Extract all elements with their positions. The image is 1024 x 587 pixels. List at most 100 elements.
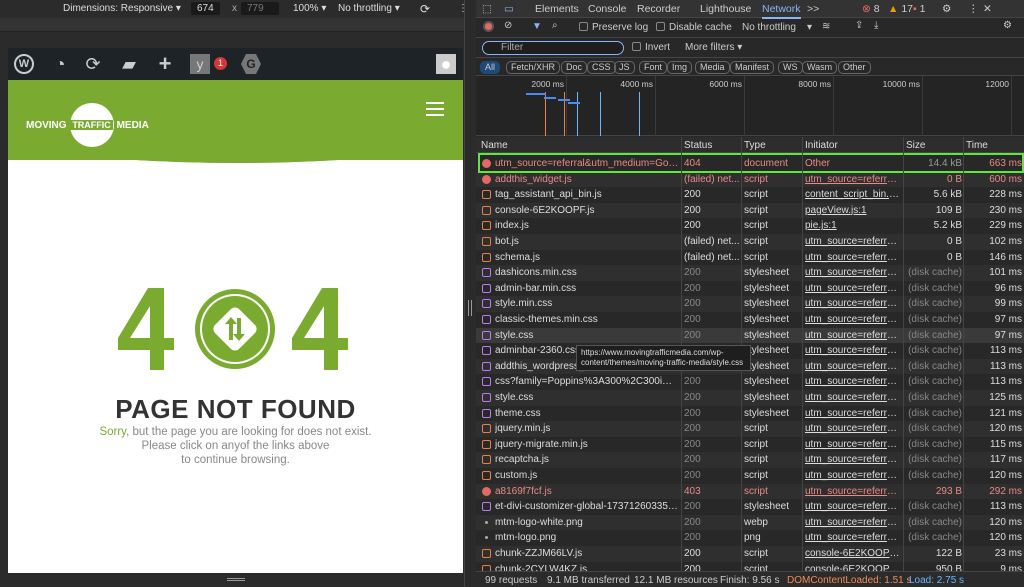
request-initiator[interactable]: utm_source=referral&u: [805, 281, 901, 296]
filter-chip-img[interactable]: Img: [667, 61, 693, 74]
clear-icon[interactable]: ⊘: [504, 20, 512, 31]
request-row[interactable]: bot.js (failed) net... script utm_source=re…: [476, 234, 1024, 250]
request-initiator[interactable]: utm_source=referral&u: [805, 172, 901, 187]
disable-cache-checkbox[interactable]: Disable cache: [656, 22, 732, 33]
request-initiator[interactable]: console-6E2KOOPF.js:1: [805, 546, 901, 561]
request-initiator[interactable]: utm_source=referral&u: [805, 296, 901, 311]
request-row[interactable]: style.css 200 stylesheet utm_source=referra…: [476, 327, 1024, 344]
export-har-icon[interactable]: ⤓: [874, 20, 878, 31]
column-header-status[interactable]: Status: [684, 140, 712, 151]
request-initiator[interactable]: utm_source=referral&u: [805, 437, 901, 452]
request-initiator[interactable]: utm_source=referral&u: [805, 406, 901, 421]
request-initiator[interactable]: utm_source=referral&u: [805, 312, 901, 327]
filter-chip-font[interactable]: Font: [639, 61, 668, 74]
error-count[interactable]: ⊗ 8: [862, 3, 880, 15]
request-initiator[interactable]: utm_source=referral&u: [805, 421, 901, 436]
tab-network[interactable]: Network: [762, 3, 801, 19]
record-icon[interactable]: [483, 21, 494, 32]
rotate-icon[interactable]: ⟳: [420, 2, 430, 16]
filter-chip-media[interactable]: Media: [695, 61, 730, 74]
request-initiator[interactable]: content_script_bin.js:8: [805, 187, 901, 202]
column-header-type[interactable]: Type: [744, 140, 766, 151]
request-initiator[interactable]: utm_source=referral&u: [805, 359, 901, 374]
zoom-select[interactable]: 100% ▾: [293, 3, 326, 14]
media-query-ruler[interactable]: [0, 18, 464, 32]
request-initiator[interactable]: utm_source=referral&u: [805, 250, 901, 265]
request-initiator[interactable]: pie.js:1: [805, 218, 901, 233]
request-row[interactable]: chunk-2CYLW4KZ.js 200 script console-6E2KOO…: [476, 562, 1024, 571]
request-row[interactable]: jquery-migrate.min.js 200 script utm_source…: [476, 437, 1024, 453]
request-row[interactable]: dashicons.min.css 200 stylesheet utm_source…: [476, 265, 1024, 281]
plus-icon[interactable]: +: [155, 53, 175, 75]
panel-splitter[interactable]: [464, 0, 476, 587]
filter-chip-fetchxhr[interactable]: Fetch/XHR: [506, 61, 561, 74]
tab-elements[interactable]: Elements: [535, 3, 579, 15]
more-options-icon[interactable]: ⋮: [968, 3, 979, 15]
request-initiator[interactable]: utm_source=referral&u: [805, 468, 901, 483]
sorry-link[interactable]: Sorry: [99, 426, 126, 438]
request-initiator[interactable]: utm_source=referral&u: [805, 530, 901, 545]
gravity-forms-icon[interactable]: G: [241, 54, 261, 74]
column-header-time[interactable]: Time: [966, 140, 988, 151]
hamburger-menu-icon[interactable]: [426, 102, 444, 116]
width-input[interactable]: 674: [191, 2, 220, 15]
updates-icon[interactable]: ⟳: [83, 54, 103, 74]
import-har-icon[interactable]: ⇪: [855, 20, 863, 31]
dashboard-icon[interactable]: ◔: [50, 54, 70, 74]
network-settings-icon[interactable]: ⚙: [1003, 20, 1012, 31]
request-initiator[interactable]: utm_source=referral&u: [805, 499, 901, 514]
request-row[interactable]: theme.css 200 stylesheet utm_source=referra…: [476, 406, 1024, 422]
filter-input[interactable]: Filter: [482, 41, 624, 55]
request-row[interactable]: et-divi-customizer-global-173712603357..…: [476, 499, 1024, 515]
filter-icon[interactable]: ▼: [532, 21, 542, 32]
request-row[interactable]: style.min.css 200 stylesheet utm_source=ref…: [476, 296, 1024, 312]
request-initiator[interactable]: console-6E2KOOPF.js:1: [805, 562, 901, 571]
wordpress-icon[interactable]: W: [14, 54, 34, 74]
request-row[interactable]: custom.js 200 script utm_source=referral&u (…: [476, 468, 1024, 484]
request-row[interactable]: chunk-ZZJM66LV.js 200 script console-6E2KOO…: [476, 546, 1024, 562]
request-row[interactable]: console-6E2KOOPF.js 200 script pageView.js:…: [476, 202, 1024, 219]
filter-chip-ws[interactable]: WS: [778, 61, 803, 74]
comments-icon[interactable]: ▰: [119, 54, 139, 74]
tab-console[interactable]: Console: [588, 3, 627, 15]
request-row[interactable]: tag_assistant_api_bin.js 200 script content…: [476, 187, 1024, 203]
inspect-element-icon[interactable]: ⬚: [482, 3, 492, 15]
filter-chip-other[interactable]: Other: [838, 61, 871, 74]
filter-chip-doc[interactable]: Doc: [561, 61, 588, 74]
filter-chip-manifest[interactable]: Manifest: [730, 61, 775, 74]
request-row[interactable]: admin-bar.min.css 200 stylesheet utm_source…: [476, 281, 1024, 297]
filter-chip-all[interactable]: All: [480, 61, 501, 74]
dimensions-select[interactable]: Dimensions: Responsive ▾: [63, 3, 181, 14]
filter-chip-css[interactable]: CSS: [587, 61, 616, 74]
request-initiator[interactable]: utm_source=referral&u: [805, 452, 901, 467]
request-row[interactable]: addthis_widget.js (failed) net... script ut…: [476, 171, 1024, 188]
issues-count[interactable]: ▪ 1: [913, 3, 925, 15]
network-conditions-icon[interactable]: ≋: [822, 21, 830, 32]
search-icon[interactable]: ⌕: [552, 20, 558, 31]
tab-lighthouse[interactable]: Lighthouse: [700, 3, 751, 15]
request-row[interactable]: jquery.min.js 200 script utm_source=referra…: [476, 421, 1024, 437]
device-toggle-icon[interactable]: ▭: [504, 3, 514, 15]
site-logo[interactable]: MOVING TRAFFIC MEDIA: [26, 103, 149, 147]
request-initiator[interactable]: utm_source=referral&u: [805, 484, 901, 499]
request-initiator[interactable]: utm_source=referral&u: [805, 390, 901, 405]
request-row[interactable]: mtm-logo.png 200 png utm_source=referral&u (…: [476, 530, 1024, 546]
network-overview-timeline[interactable]: 2000 ms 4000 ms 6000 ms 8000 ms 10000 ms 1200…: [476, 76, 1024, 136]
avatar-icon[interactable]: ●: [436, 54, 456, 74]
request-initiator[interactable]: utm_source=referral&u: [805, 343, 901, 358]
warning-count[interactable]: ▲ 17: [888, 3, 913, 15]
request-row[interactable]: recaptcha.js 200 script utm_source=referral…: [476, 452, 1024, 468]
filter-chip-js[interactable]: JS: [614, 61, 635, 74]
request-row[interactable]: css?family=Poppins%3A300%2C300i%2... 200 s…: [476, 374, 1024, 390]
close-icon[interactable]: ✕: [983, 3, 992, 15]
more-filters-dropdown[interactable]: More filters ▾: [685, 42, 742, 53]
throttling-select[interactable]: No throttling ▾: [338, 3, 400, 14]
more-tabs-button[interactable]: >>: [807, 3, 819, 15]
request-row[interactable]: style.css 200 stylesheet utm_source=referra…: [476, 390, 1024, 406]
request-initiator[interactable]: pageView.js:1: [805, 203, 901, 218]
settings-icon[interactable]: ⚙: [942, 3, 951, 15]
request-initiator[interactable]: utm_source=referral&u: [805, 265, 901, 280]
request-row[interactable]: index.js 200 script pie.js:1 5.2 kB 229 ms: [476, 218, 1024, 234]
column-header-size[interactable]: Size: [906, 140, 925, 151]
column-header-initiator[interactable]: Initiator: [805, 140, 838, 151]
